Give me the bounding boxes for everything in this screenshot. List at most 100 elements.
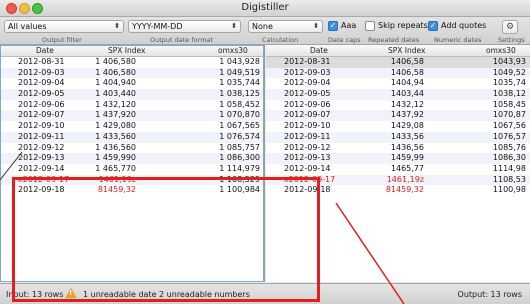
table-row[interactable]: 2012-09-14 1 465,770 1 114,979 (0, 164, 264, 175)
table-row[interactable]: 2012-09-10 1 429,080 1 067,565 (0, 121, 264, 132)
table-row[interactable]: 2012-08-31 1406,58 1043,93 (266, 57, 530, 68)
cell-date: 2012-09-03 (18, 67, 65, 77)
app-window: Digistiller All values ⬍ Output filter Y… (0, 0, 530, 304)
cell-omxs30: 1076,57 (492, 131, 526, 141)
cell-omxs30: 1049,52 (492, 67, 526, 77)
table-row[interactable]: 2012-09-14 1465,77 1114,98 (266, 164, 530, 175)
cell-omxs30: 1 058,452 (219, 99, 260, 109)
date-caps-label: Aaa (341, 21, 357, 30)
skip-repeats-label: Skip repeats (378, 21, 428, 30)
window-title: Digistiller (241, 2, 289, 13)
column-header-date[interactable]: Date (310, 45, 328, 56)
table-row[interactable]: 2012-09-07 1 437,920 1 070,870 (0, 110, 264, 122)
cell-spx: 1406,58 (390, 67, 424, 77)
table-row[interactable]: 2012-09-12 1 436,560 1 085,757 (0, 143, 264, 154)
cell-spx: 1 436,560 (95, 142, 136, 152)
cell-spx: 1 459,990 (95, 153, 136, 163)
calculation-caption: Calculation (262, 36, 299, 44)
cell-omxs30: 1067,56 (492, 121, 526, 131)
cell-spx: 1 406,580 (95, 57, 136, 66)
cell-omxs30: 1 035,744 (219, 78, 260, 88)
output-table-header: Date SPX Index omxs30 (266, 45, 530, 57)
cell-date: 2012-09-13 (284, 153, 331, 163)
table-row[interactable]: 2012-09-06 1 432,120 1 058,452 (0, 100, 264, 111)
cell-spx: 1429,08 (390, 121, 424, 131)
cell-spx: 1 404,940 (95, 78, 136, 88)
cell-date: 2012-09-12 (284, 142, 331, 152)
cell-date: 2012-09-05 (284, 89, 331, 99)
cell-spx: 1459,99 (390, 153, 424, 163)
column-header-spx[interactable]: SPX Index (108, 45, 145, 56)
table-row[interactable]: 2012-09-03 1 406,580 1 049,519 (0, 67, 264, 79)
cell-omxs30: 1108,53 (492, 174, 526, 184)
title-bar: Digistiller (0, 0, 530, 17)
cell-omxs30: 1 043,928 (219, 57, 260, 66)
toolbar: All values ⬍ Output filter YYYY-MM-DD ⬍ … (0, 17, 530, 45)
column-header-omxs30[interactable]: omxs30 (486, 45, 516, 56)
cell-spx: 1436,56 (390, 142, 424, 152)
date-caps-caption: Date caps (328, 36, 361, 44)
table-row[interactable]: 2012-09-11 1 433,560 1 076,574 (0, 131, 264, 143)
skip-repeats-checkbox[interactable] (365, 21, 375, 31)
date-format-caption: Output date format (150, 36, 214, 44)
cell-omxs30: 1 038,125 (219, 89, 260, 99)
cell-omxs30: 1043,93 (492, 57, 526, 66)
table-row[interactable]: 2012-09-13 1459,99 1086,30 (266, 153, 530, 164)
output-filter-select[interactable]: All values ⬍ (4, 20, 124, 33)
table-row[interactable]: 2012-09-13 1 459,990 1 086,300 (0, 153, 264, 164)
cell-date: 2012-09-10 (284, 121, 331, 131)
table-row[interactable]: 2012-09-05 1 403,440 1 038,125 (0, 89, 264, 100)
cell-omxs30: 1 076,574 (219, 131, 260, 141)
date-format-select[interactable]: YYYY-MM-DD ⬍ (128, 20, 241, 33)
cell-date: 2012-09-04 (284, 78, 331, 88)
repeated-dates-caption: Repeated dates (368, 36, 420, 44)
cell-date: 2012-08-31 (284, 57, 331, 66)
cell-omxs30: 1085,76 (492, 142, 526, 152)
cell-spx: 1 432,120 (95, 99, 136, 109)
cell-omxs30: 1070,87 (492, 110, 526, 120)
cell-spx: 1433,56 (390, 131, 424, 141)
cell-date: 2012-09-14 (18, 163, 65, 173)
numeric-dates-caption: Numeric dates (434, 36, 482, 44)
cell-omxs30: 1058,45 (492, 99, 526, 109)
cell-omxs30: 1100,98 (492, 185, 526, 195)
cell-omxs30: 1 070,870 (219, 110, 260, 120)
cell-spx: 1465,77 (390, 163, 424, 173)
cell-spx: 1432,12 (390, 99, 424, 109)
cell-spx: 1 465,770 (95, 163, 136, 173)
column-header-spx[interactable]: SPX Index (388, 45, 425, 56)
cell-omxs30: 1035,74 (492, 78, 526, 88)
table-row[interactable]: 2012-09-06 1432,12 1058,45 (266, 100, 530, 111)
table-row[interactable]: 2012-08-31 1 406,580 1 043,928 (0, 57, 264, 68)
cell-date: 2012-08-31 (18, 57, 65, 66)
output-table-body: 2012-08-31 1406,58 1043,93 2012-09-03 1406,5… (266, 57, 530, 196)
input-table-header: Date SPX Index omxs30 (0, 45, 264, 57)
calculation-select[interactable]: None ⬍ (248, 20, 323, 33)
table-row[interactable]: 2012-09-10 1429,08 1067,56 (266, 121, 530, 132)
cell-spx: 1 429,080 (95, 121, 136, 131)
table-row[interactable]: 2012-09-11 1433,56 1076,57 (266, 131, 530, 143)
add-quotes-checkbox[interactable]: ✓ (428, 21, 438, 31)
table-row[interactable]: 2012-09-04 1 404,940 1 035,744 (0, 78, 264, 89)
cell-date: 2012-09-11 (284, 131, 331, 141)
cell-date: 2012-09-14 (284, 163, 331, 173)
cell-omxs30: 1 049,519 (219, 67, 260, 77)
table-row[interactable]: 2012-09-12 1436,56 1085,76 (266, 143, 530, 154)
cell-spx: 1406,58 (390, 57, 424, 66)
settings-button[interactable]: ⚙ (502, 20, 518, 34)
table-row[interactable]: 2012-09-07 1437,92 1070,87 (266, 110, 530, 122)
column-header-omxs30[interactable]: omxs30 (218, 45, 248, 56)
input-table-body: 2012-08-31 1 406,580 1 043,928 2012-09-03 1 … (0, 57, 264, 196)
cell-omxs30: 1 085,757 (219, 142, 260, 152)
cell-spx: 1 437,920 (95, 110, 136, 120)
column-header-date[interactable]: Date (36, 45, 54, 56)
cell-date: 2012-09-03 (284, 67, 331, 77)
cell-date: 2012-09-07 (284, 110, 331, 120)
table-row[interactable]: 2012-09-03 1406,58 1049,52 (266, 67, 530, 79)
cell-date: 2012-09-13 (18, 153, 65, 163)
cell-spx: 1403,44 (390, 89, 424, 99)
date-caps-checkbox[interactable]: ✓ (328, 21, 338, 31)
cell-spx: 1 406,580 (95, 67, 136, 77)
table-row[interactable]: 2012-09-04 1404,94 1035,74 (266, 78, 530, 89)
table-row[interactable]: 2012-09-05 1403,44 1038,12 (266, 89, 530, 100)
